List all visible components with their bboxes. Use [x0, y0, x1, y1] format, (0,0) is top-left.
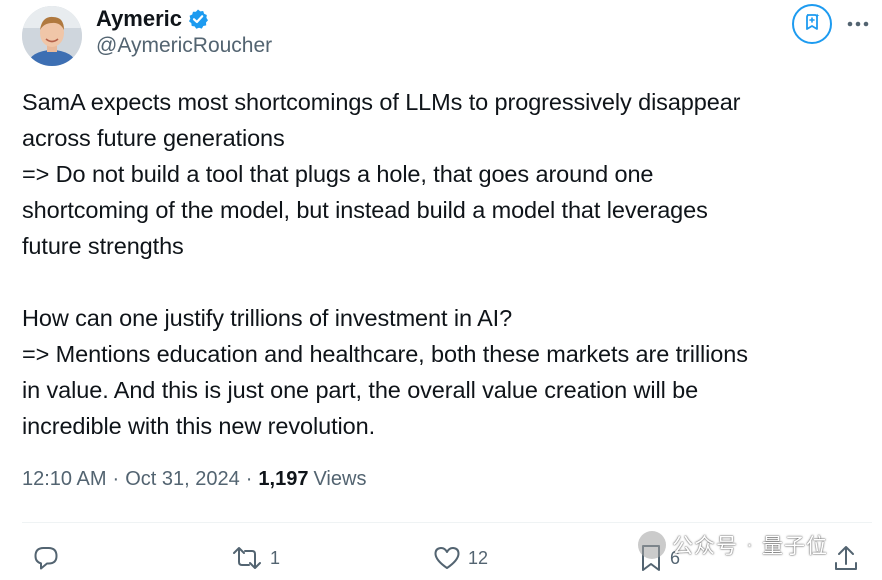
tweet-time[interactable]: 12:10 AM [22, 468, 107, 491]
tweet-text: SamA expects most shortcomings of LLMs t… [22, 89, 748, 439]
divider [22, 522, 872, 523]
views-label: Views [313, 468, 367, 490]
avatar[interactable] [22, 6, 82, 66]
verified-badge-icon[interactable] [187, 8, 209, 30]
wechat-logo-icon [638, 531, 666, 559]
author-handle[interactable]: @AymericRoucher [96, 34, 272, 58]
watermark-text-right: 量子位 [762, 535, 828, 558]
meta-separator: · [245, 468, 253, 490]
retweet-icon [230, 544, 264, 572]
grok-icon [802, 12, 822, 37]
tweet-header: Aymeric @AymericRoucher [22, 6, 868, 66]
reply-icon [32, 544, 60, 572]
tweet-meta: 12:10 AM · Oct 31, 2024 · 1,197 Views [22, 468, 366, 491]
watermark-dot: · [746, 533, 754, 556]
like-count: 12 [468, 547, 489, 568]
share-icon [832, 543, 860, 573]
watermark: 公众号 · 量子位 [638, 530, 828, 560]
heart-icon [432, 544, 462, 572]
watermark-text-left: 公众号 [672, 535, 738, 558]
grok-button[interactable] [792, 4, 832, 44]
tweet-date[interactable]: Oct 31, 2024 [125, 468, 240, 491]
meta-separator: · [112, 468, 120, 490]
author-display-name[interactable]: Aymeric [96, 6, 182, 32]
retweet-button[interactable]: 1 [230, 538, 280, 578]
share-button[interactable] [832, 538, 860, 578]
views-count: 1,197 [258, 468, 309, 490]
like-button[interactable]: 12 [432, 538, 488, 578]
retweet-count: 1 [270, 547, 281, 568]
reply-button[interactable] [32, 538, 60, 578]
more-options-icon[interactable] [846, 12, 870, 36]
